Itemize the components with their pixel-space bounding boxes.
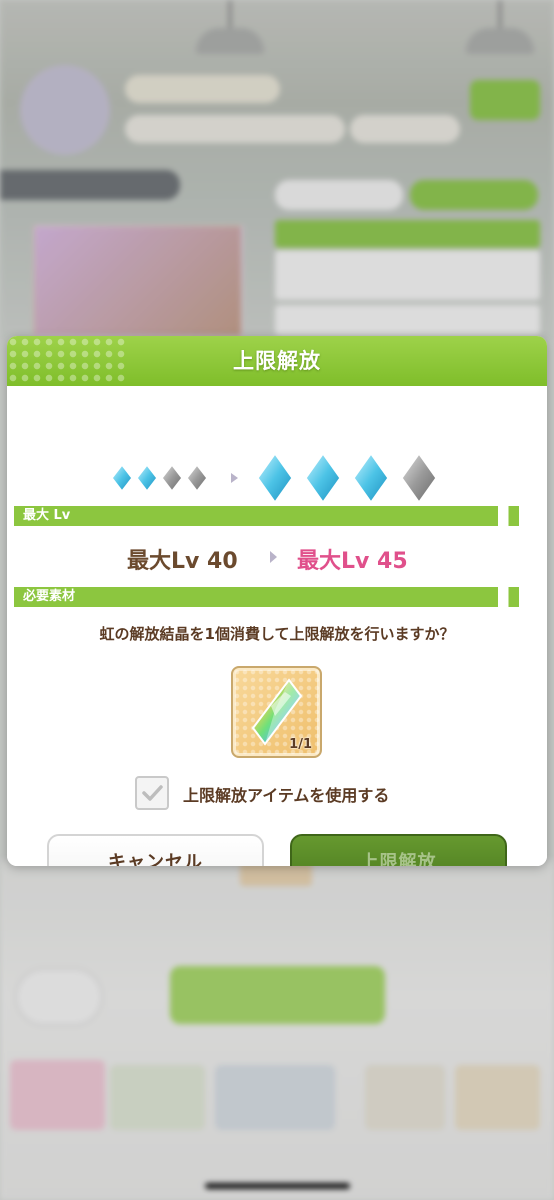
material-item: 1/1: [231, 666, 322, 758]
gem-progression: [111, 452, 437, 504]
next-gems: [257, 452, 437, 504]
empty-gem-icon: [401, 452, 437, 504]
filled-gem-icon: [257, 452, 293, 504]
filled-gem-icon: [111, 463, 133, 493]
use-item-checkbox[interactable]: [135, 776, 169, 810]
empty-gem-icon: [161, 463, 183, 493]
current-gems: [111, 463, 208, 493]
section-max-level: 最大 Lv: [14, 506, 540, 526]
section-required-materials: 必要素材: [14, 587, 540, 607]
current-max-level: 最大Lv 40: [127, 549, 238, 574]
progression-arrow: [231, 473, 238, 483]
next-max-level: 最大Lv 45: [297, 549, 408, 574]
confirm-message: 虹の解放結晶を1個消費して上限解放を行いますか？: [99, 625, 455, 643]
filled-gem-icon: [136, 463, 158, 493]
limit-break-dialog: 上限解放 最大 Lv 最大Lv 40 最大Lv 45 必要素材 虹の解放結晶を1: [7, 336, 547, 866]
level-arrow-icon: [270, 551, 277, 563]
dialog-title: 上限解放: [233, 349, 321, 373]
empty-gem-icon: [186, 463, 208, 493]
cancel-button[interactable]: キャンセル: [47, 834, 264, 866]
filled-gem-icon: [305, 452, 341, 504]
limit-break-confirm-button[interactable]: 上限解放: [290, 834, 507, 866]
item-count: 1/1: [289, 737, 312, 752]
dialog-header: 上限解放: [7, 336, 547, 386]
filled-gem-icon: [353, 452, 389, 504]
dialog-body: 最大 Lv 最大Lv 40 最大Lv 45 必要素材 虹の解放結晶を1個消費して…: [7, 386, 547, 866]
checkmark-icon: [142, 785, 163, 801]
level-comparison: 最大Lv 40 最大Lv 45: [7, 543, 547, 581]
use-item-label[interactable]: 上限解放アイテムを使用する: [183, 782, 389, 806]
